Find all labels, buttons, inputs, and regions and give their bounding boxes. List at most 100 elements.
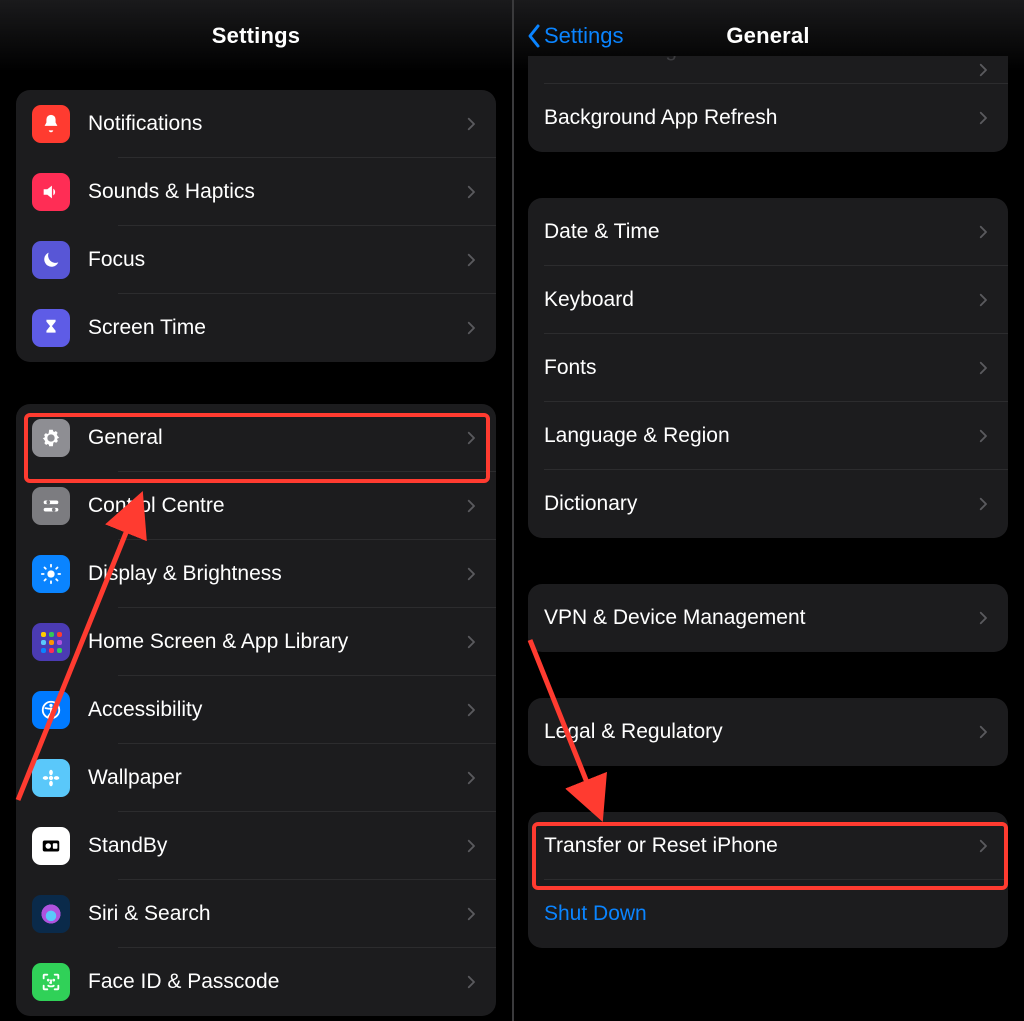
- general-group-locale: Date & Time Keyboard Fonts Language & Re…: [528, 198, 1008, 538]
- chevron-right-icon: [462, 565, 480, 583]
- chevron-right-icon: [974, 223, 992, 241]
- row-iphone-storage[interactable]: iPhone Storage: [528, 56, 1008, 84]
- accessibility-icon: [32, 691, 70, 729]
- chevron-right-icon: [974, 291, 992, 309]
- row-vpn-device-mgmt[interactable]: VPN & Device Management: [528, 584, 1008, 652]
- chevron-right-icon: [462, 115, 480, 133]
- row-label: iPhone Storage: [544, 56, 974, 62]
- chevron-right-icon: [462, 183, 480, 201]
- row-sounds-haptics[interactable]: Sounds & Haptics: [16, 158, 496, 226]
- chevron-right-icon: [974, 109, 992, 127]
- row-general[interactable]: General: [16, 404, 496, 472]
- row-legal-regulatory[interactable]: Legal & Regulatory: [528, 698, 1008, 766]
- row-label: Accessibility: [88, 698, 462, 722]
- row-label: Shut Down: [544, 902, 992, 926]
- chevron-right-icon: [462, 497, 480, 515]
- row-label: Screen Time: [88, 316, 462, 340]
- chevron-right-icon: [462, 251, 480, 269]
- row-keyboard[interactable]: Keyboard: [528, 266, 1008, 334]
- row-label: Keyboard: [544, 288, 974, 312]
- row-accessibility[interactable]: Accessibility: [16, 676, 496, 744]
- row-date-time[interactable]: Date & Time: [528, 198, 1008, 266]
- row-label: Transfer or Reset iPhone: [544, 834, 974, 858]
- gear-icon: [32, 419, 70, 457]
- siri-icon: [32, 895, 70, 933]
- screen-divider: [512, 0, 514, 1021]
- settings-screen: Settings Notifications Sounds & Hap: [0, 0, 512, 1021]
- row-focus[interactable]: Focus: [16, 226, 496, 294]
- row-language-region[interactable]: Language & Region: [528, 402, 1008, 470]
- row-label: Siri & Search: [88, 902, 462, 926]
- settings-title: Settings: [212, 23, 300, 49]
- row-label: Date & Time: [544, 220, 974, 244]
- row-label: Display & Brightness: [88, 562, 462, 586]
- speaker-icon: [32, 173, 70, 211]
- back-label: Settings: [544, 23, 624, 49]
- row-display-brightness[interactable]: Display & Brightness: [16, 540, 496, 608]
- chevron-right-icon: [462, 633, 480, 651]
- row-label: Legal & Regulatory: [544, 720, 974, 744]
- chevron-right-icon: [462, 905, 480, 923]
- row-label: Background App Refresh: [544, 106, 974, 130]
- general-group-reset: Transfer or Reset iPhone Shut Down: [528, 812, 1008, 948]
- sliders-icon: [32, 487, 70, 525]
- general-group-storage: iPhone Storage Background App Refresh: [528, 56, 1008, 152]
- row-label: StandBy: [88, 834, 462, 858]
- row-faceid-passcode[interactable]: Face ID & Passcode: [16, 948, 496, 1016]
- chevron-right-icon: [974, 61, 992, 79]
- chevron-right-icon: [974, 359, 992, 377]
- row-standby[interactable]: StandBy: [16, 812, 496, 880]
- row-label: Focus: [88, 248, 462, 272]
- flower-icon: [32, 759, 70, 797]
- chevron-right-icon: [974, 495, 992, 513]
- row-dictionary[interactable]: Dictionary: [528, 470, 1008, 538]
- settings-list: Notifications Sounds & Haptics: [0, 90, 512, 1016]
- general-group-legal: Legal & Regulatory: [528, 698, 1008, 766]
- hourglass-icon: [32, 309, 70, 347]
- general-screen: Settings General iPhone Storage Backgrou…: [512, 0, 1024, 1021]
- row-control-centre[interactable]: Control Centre: [16, 472, 496, 540]
- chevron-right-icon: [974, 723, 992, 741]
- settings-group-attention: Notifications Sounds & Haptics: [16, 90, 496, 362]
- row-label: Sounds & Haptics: [88, 180, 462, 204]
- row-bg-app-refresh[interactable]: Background App Refresh: [528, 84, 1008, 152]
- general-list: iPhone Storage Background App Refresh Da…: [512, 56, 1024, 948]
- row-notifications[interactable]: Notifications: [16, 90, 496, 158]
- chevron-right-icon: [974, 837, 992, 855]
- chevron-right-icon: [462, 319, 480, 337]
- moon-icon: [32, 241, 70, 279]
- chevron-left-icon: [526, 23, 542, 49]
- settings-group-main: General Control Centre Display: [16, 404, 496, 1016]
- chevron-right-icon: [462, 701, 480, 719]
- row-label: Fonts: [544, 356, 974, 380]
- faceid-icon: [32, 963, 70, 1001]
- row-label: Home Screen & App Library: [88, 630, 462, 654]
- row-fonts[interactable]: Fonts: [528, 334, 1008, 402]
- grid-icon: [32, 623, 70, 661]
- bell-icon: [32, 105, 70, 143]
- row-wallpaper[interactable]: Wallpaper: [16, 744, 496, 812]
- chevron-right-icon: [974, 427, 992, 445]
- row-label: Language & Region: [544, 424, 974, 448]
- row-screen-time[interactable]: Screen Time: [16, 294, 496, 362]
- row-label: Control Centre: [88, 494, 462, 518]
- chevron-right-icon: [462, 769, 480, 787]
- general-title: General: [726, 23, 809, 49]
- row-shut-down[interactable]: Shut Down: [528, 880, 1008, 948]
- row-label: Face ID & Passcode: [88, 970, 462, 994]
- standby-icon: [32, 827, 70, 865]
- general-group-vpn: VPN & Device Management: [528, 584, 1008, 652]
- row-label: Wallpaper: [88, 766, 462, 790]
- row-siri-search[interactable]: Siri & Search: [16, 880, 496, 948]
- row-home-screen[interactable]: Home Screen & App Library: [16, 608, 496, 676]
- chevron-right-icon: [974, 609, 992, 627]
- settings-navbar: Settings: [0, 0, 512, 72]
- row-label: Notifications: [88, 112, 462, 136]
- chevron-right-icon: [462, 973, 480, 991]
- chevron-right-icon: [462, 837, 480, 855]
- row-transfer-reset[interactable]: Transfer or Reset iPhone: [528, 812, 1008, 880]
- row-label: VPN & Device Management: [544, 606, 974, 630]
- row-label: Dictionary: [544, 492, 974, 516]
- sun-icon: [32, 555, 70, 593]
- chevron-right-icon: [462, 429, 480, 447]
